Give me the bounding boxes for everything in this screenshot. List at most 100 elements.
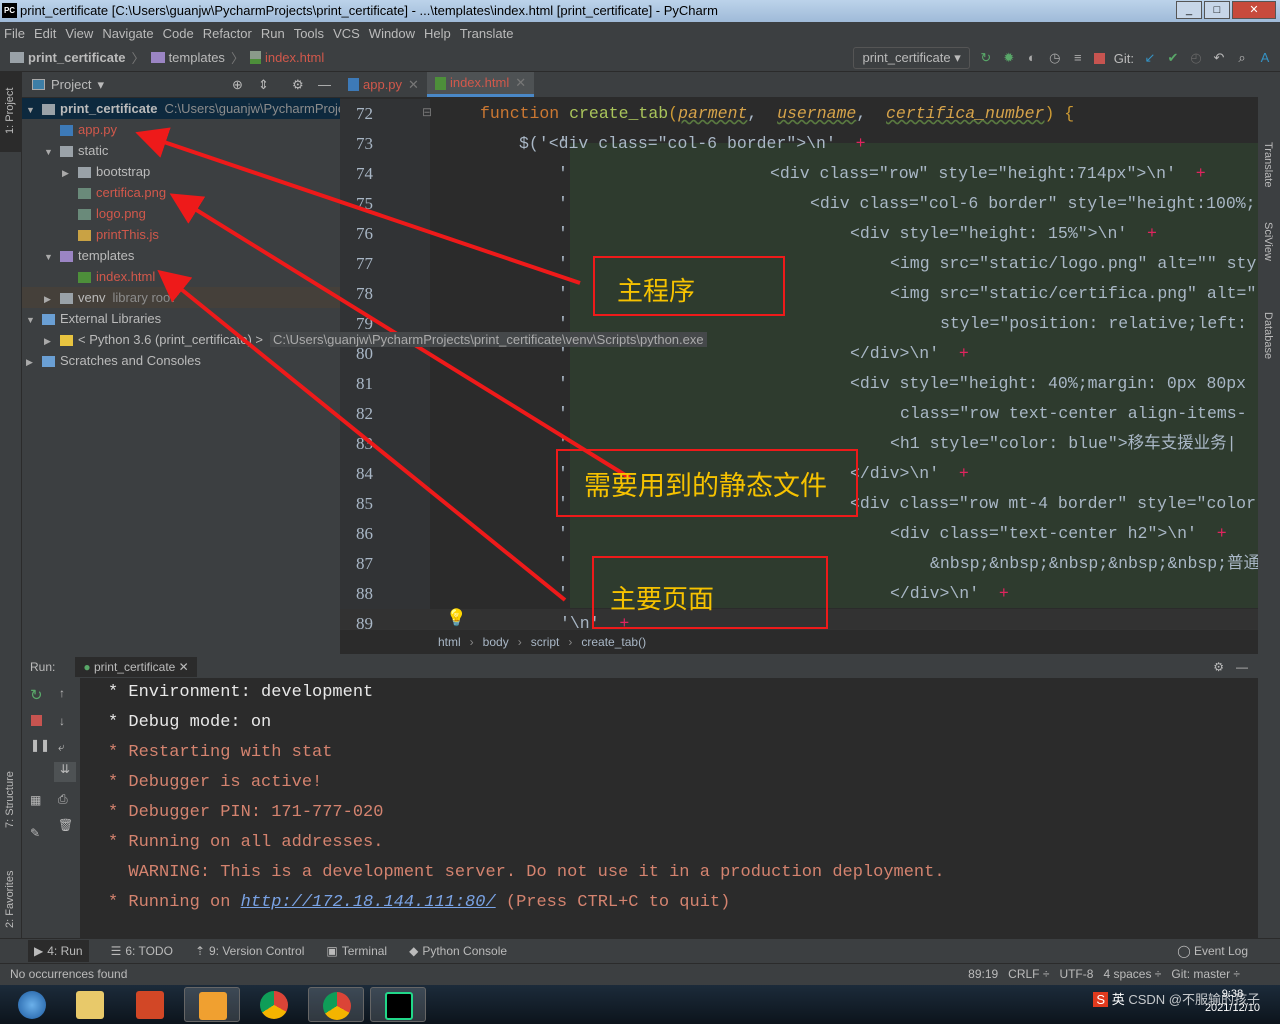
git-update-icon[interactable]: ↙: [1143, 51, 1157, 65]
powerpoint-taskbar[interactable]: [122, 987, 178, 1022]
settings-icon[interactable]: ⚙: [1213, 660, 1224, 674]
tool-tab[interactable]: ☰ 6: TODO: [111, 944, 173, 958]
scroll-to-end-icon[interactable]: ⇊: [54, 762, 76, 782]
editor-tab[interactable]: app.py ✕: [340, 72, 427, 97]
tree-item[interactable]: certifica.png: [22, 182, 340, 203]
profile-icon[interactable]: ◷: [1048, 51, 1062, 65]
close-button[interactable]: ✕: [1232, 1, 1276, 19]
explorer-taskbar[interactable]: [62, 987, 118, 1022]
debug-icon[interactable]: ✹: [1002, 51, 1016, 65]
code-crumb[interactable]: create_tab(): [581, 635, 646, 649]
menu-refactor[interactable]: Refactor: [203, 26, 252, 41]
code-area[interactable]: 72 function create_tab(parment, username,…: [340, 99, 1258, 629]
down-icon[interactable]: ↓: [59, 714, 65, 728]
line-separator[interactable]: CRLF ÷: [1008, 964, 1049, 984]
start-button[interactable]: [4, 987, 60, 1022]
tree-item[interactable]: ▶ Scratches and Consoles: [22, 350, 340, 371]
code-crumb[interactable]: html: [438, 635, 461, 649]
chevron-down-icon[interactable]: ▼: [44, 247, 56, 268]
menu-tools[interactable]: Tools: [294, 26, 324, 41]
indent[interactable]: 4 spaces ÷: [1103, 964, 1161, 984]
menu-run[interactable]: Run: [261, 26, 285, 41]
tree-item[interactable]: ▼ print_certificate C:\Users\guanjw\Pychar…: [22, 98, 345, 121]
breadcrumb-file[interactable]: index.html: [265, 50, 324, 65]
tree-item[interactable]: ▶ < Python 3.6 (print_certificate) > C:\Us…: [22, 329, 707, 350]
run-config-select[interactable]: print_certificate ▾: [853, 47, 970, 69]
menu-file[interactable]: File: [4, 26, 25, 41]
structure-tool-tab[interactable]: 7: Structure: [4, 771, 16, 828]
chevron-right-icon[interactable]: ▶: [44, 289, 56, 310]
chevron-right-icon[interactable]: ▶: [62, 163, 74, 184]
rerun-icon[interactable]: ↻: [979, 51, 993, 65]
project-tool-tab[interactable]: 1: Project: [4, 88, 16, 134]
chrome-taskbar-2[interactable]: [308, 987, 364, 1022]
chevron-down-icon[interactable]: ▼: [26, 100, 38, 121]
run-tab[interactable]: ● print_certificate ✕: [75, 657, 197, 677]
pin-icon[interactable]: ✎: [30, 826, 40, 840]
favorites-tool-tab[interactable]: 2: Favorites: [4, 871, 16, 928]
chevron-right-icon[interactable]: ▶: [26, 352, 38, 373]
translate-icon[interactable]: A: [1258, 51, 1272, 65]
tree-item[interactable]: app.py: [22, 119, 340, 140]
menu-code[interactable]: Code: [163, 26, 194, 41]
tree-item[interactable]: index.html: [22, 266, 340, 287]
up-icon[interactable]: ↑: [59, 686, 65, 700]
git-commit-icon[interactable]: ✔: [1166, 51, 1180, 65]
clock[interactable]: 9:38 2021/12/10: [1205, 987, 1260, 1015]
hide-icon[interactable]: —: [318, 77, 331, 92]
tool-tab[interactable]: ◆ Python Console: [409, 944, 507, 958]
menu-view[interactable]: View: [65, 26, 93, 41]
collapse-icon[interactable]: ⇕: [258, 77, 269, 93]
translate-tool-tab[interactable]: Translate: [1262, 142, 1274, 187]
git-history-icon[interactable]: ◴: [1189, 51, 1203, 65]
menu-navigate[interactable]: Navigate: [102, 26, 153, 41]
layout-icon[interactable]: ▦: [30, 793, 41, 807]
tree-item[interactable]: ▼ static: [22, 140, 340, 161]
chrome-taskbar[interactable]: [246, 987, 302, 1022]
menu-help[interactable]: Help: [424, 26, 451, 41]
tree-item[interactable]: ▼ External Libraries: [22, 308, 340, 329]
trash-icon[interactable]: 🗑: [58, 818, 73, 832]
revert-icon[interactable]: ↶: [1212, 51, 1226, 65]
rerun-icon[interactable]: ↻: [30, 686, 43, 704]
gear-icon[interactable]: ⚙: [292, 77, 304, 93]
maximize-button[interactable]: □: [1204, 1, 1230, 19]
tree-item[interactable]: printThis.js: [22, 224, 340, 245]
coverage-icon[interactable]: ◐: [1025, 51, 1039, 65]
pycharm-taskbar[interactable]: [370, 987, 426, 1022]
lightbulb-icon[interactable]: 💡: [446, 609, 467, 628]
soft-wrap-icon[interactable]: ⤶: [58, 740, 65, 755]
tool-tab[interactable]: ▣ Terminal: [326, 944, 387, 958]
menu-vcs[interactable]: VCS: [333, 26, 360, 41]
tool-tab[interactable]: ▶ 4: Run: [28, 940, 89, 962]
stop-icon[interactable]: [1093, 52, 1105, 64]
event-log-button[interactable]: ◯ Event Log: [1177, 944, 1248, 958]
concurrency-icon[interactable]: ≡: [1071, 51, 1085, 65]
git-branch[interactable]: Git: master ÷: [1171, 964, 1240, 984]
chevron-down-icon[interactable]: ▼: [44, 142, 56, 163]
breadcrumb-folder[interactable]: templates: [169, 50, 225, 65]
tree-item[interactable]: logo.png: [22, 203, 340, 224]
chevron-down-icon[interactable]: ▼: [26, 310, 38, 331]
project-panel-title[interactable]: Project: [51, 77, 91, 92]
close-tab-icon[interactable]: ✕: [515, 70, 526, 96]
caret-position[interactable]: 89:19: [968, 964, 998, 984]
database-tool-tab[interactable]: Database: [1262, 312, 1274, 359]
stop-icon[interactable]: [31, 715, 42, 726]
pause-icon[interactable]: ❚❚: [30, 738, 50, 752]
sciview-tool-tab[interactable]: SciView: [1262, 222, 1274, 261]
print-icon[interactable]: ⎙: [58, 792, 68, 807]
tool-tab[interactable]: ⇡ 9: Version Control: [195, 944, 304, 958]
ime-icon[interactable]: S: [1093, 992, 1109, 1007]
menu-translate[interactable]: Translate: [460, 26, 514, 41]
breadcrumb-project[interactable]: print_certificate: [28, 50, 126, 65]
code-crumb[interactable]: body: [483, 635, 509, 649]
editor-tab[interactable]: index.html ✕: [426, 70, 535, 97]
hide-panel-icon[interactable]: —: [1236, 660, 1248, 674]
encoding[interactable]: UTF-8: [1059, 964, 1093, 984]
search-icon[interactable]: ⌕: [1235, 51, 1249, 65]
tree-item[interactable]: ▶ venv library root: [22, 287, 340, 308]
code-crumb[interactable]: script: [531, 635, 560, 649]
menu-window[interactable]: Window: [369, 26, 415, 41]
server-url-link[interactable]: http://172.18.144.111:80/: [241, 893, 496, 912]
